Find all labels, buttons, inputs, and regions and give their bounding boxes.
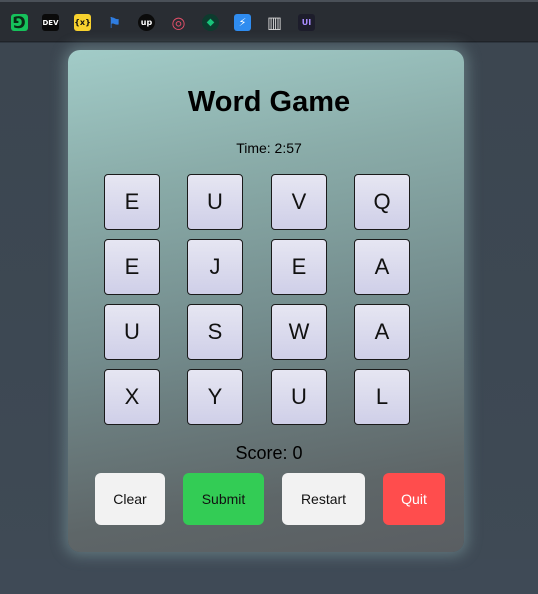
letter-tile[interactable]: E — [271, 239, 327, 295]
letter-tile[interactable]: W — [271, 304, 327, 360]
letter-tile[interactable]: A — [354, 239, 410, 295]
letter-tile[interactable]: U — [104, 304, 160, 360]
game-title: Word Game — [187, 86, 351, 118]
dev-icon[interactable]: DEV — [42, 14, 59, 31]
letter-tile[interactable]: X — [104, 369, 160, 425]
panel-icon[interactable]: ▥ — [266, 14, 283, 31]
restart-button[interactable]: Restart — [282, 473, 365, 525]
letter-tile[interactable]: S — [187, 304, 243, 360]
letter-tile[interactable]: E — [104, 239, 160, 295]
letter-tile[interactable]: U — [187, 174, 243, 230]
flag-icon[interactable]: ⚑ — [106, 14, 123, 31]
score-text: Score: 0 — [235, 443, 303, 463]
up-icon[interactable]: up — [138, 14, 155, 31]
timer-text: Time: 2:57 — [236, 140, 302, 156]
letter-tile[interactable]: V — [271, 174, 327, 230]
ui-icon[interactable]: UI — [298, 14, 315, 31]
letter-tile[interactable]: A — [354, 304, 410, 360]
clear-button[interactable]: Clear — [95, 473, 165, 525]
leaf-icon[interactable]: ◆ — [202, 14, 219, 31]
letter-tile[interactable]: J — [187, 239, 243, 295]
letter-tile[interactable]: U — [271, 369, 327, 425]
page-bottom-strip — [0, 559, 538, 594]
letter-tile[interactable]: Q — [354, 174, 410, 230]
submit-button[interactable]: Submit — [183, 473, 264, 525]
letter-tile[interactable]: L — [354, 369, 410, 425]
bookmarks-bar: ⅁ DEV {x} ⚑ up ◎ ◆ ⚡ ▥ UI — [0, 0, 538, 42]
dc-icon[interactable]: ⅁ — [11, 14, 28, 31]
swirl-icon[interactable]: ◎ — [170, 14, 187, 31]
letter-tile[interactable]: E — [104, 174, 160, 230]
letter-tile[interactable]: Y — [187, 369, 243, 425]
quit-button[interactable]: Quit — [383, 473, 445, 525]
curly-x-icon[interactable]: {x} — [74, 14, 91, 31]
bolt-icon[interactable]: ⚡ — [234, 14, 251, 31]
